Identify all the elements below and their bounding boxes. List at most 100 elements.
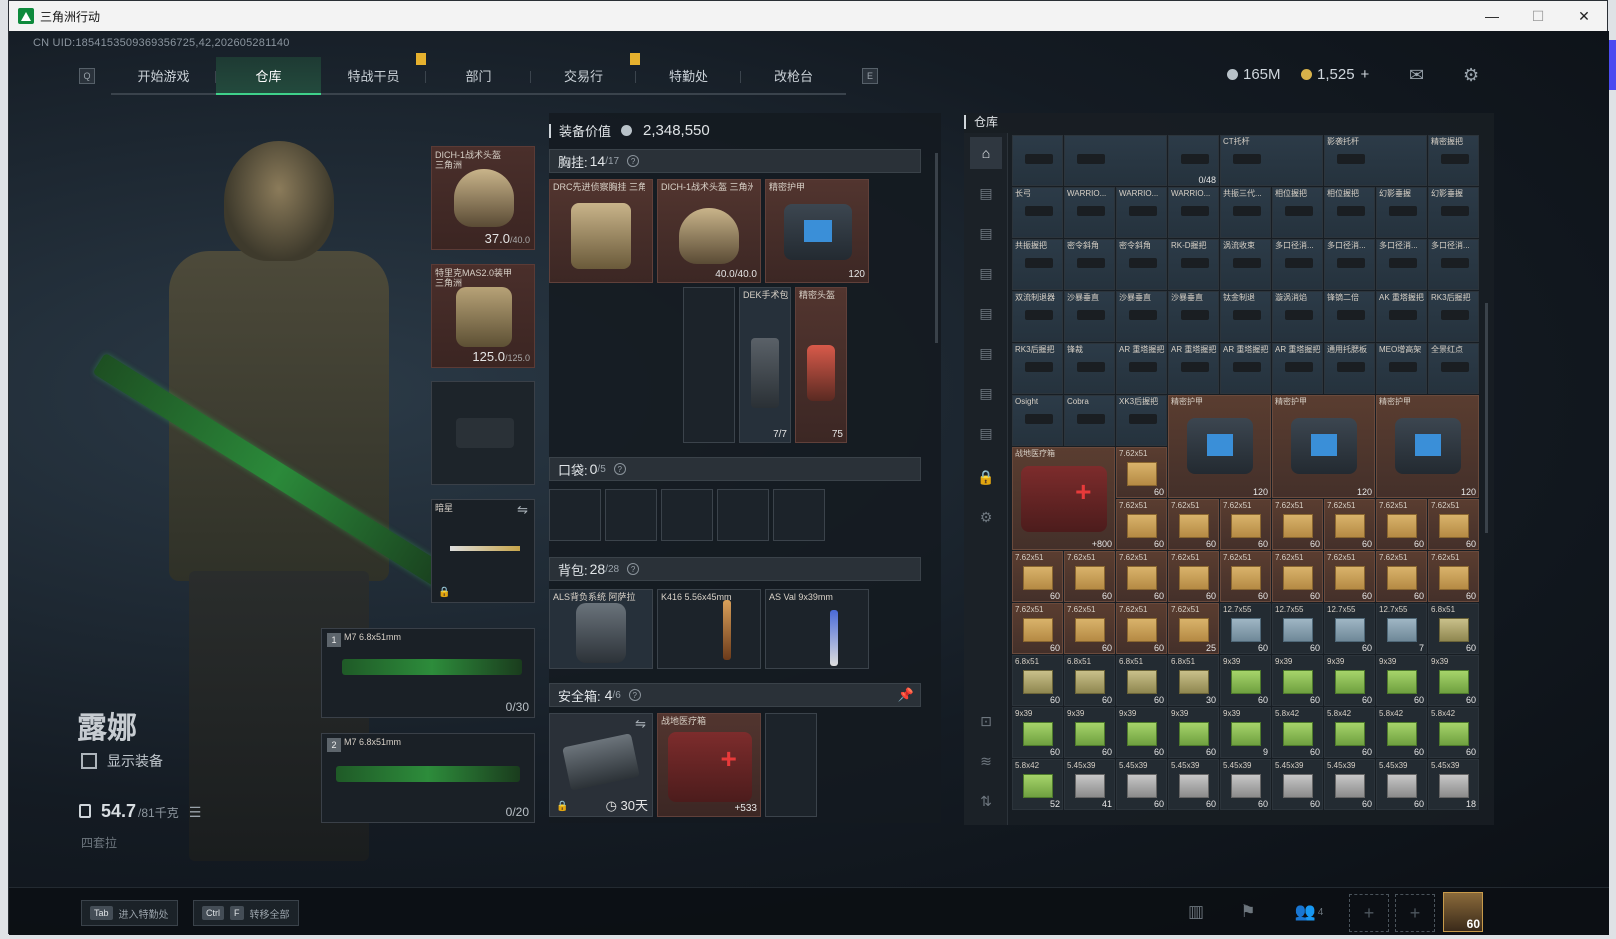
armor-slot[interactable]: 特里克MAS2.0装甲 三角洲 125.0/125.0 <box>431 264 535 368</box>
safebox-container[interactable]: ⇋ 🔒 ◷ 30天 <box>549 713 653 817</box>
warehouse-sort-icon[interactable]: ⊡ <box>970 705 1002 737</box>
warehouse-item[interactable]: 全景红点 <box>1428 343 1479 394</box>
warehouse-item[interactable]: 7.62x51 60 <box>1012 551 1063 602</box>
warehouse-item[interactable]: 共振三代... <box>1220 187 1271 238</box>
pin-icon[interactable]: 📌 <box>898 687 914 703</box>
warehouse-item[interactable]: Osight <box>1012 395 1063 446</box>
warehouse-tab-vii-icon[interactable]: ▤ <box>970 417 1002 449</box>
help-icon[interactable]: ? <box>628 689 641 701</box>
warehouse-item[interactable]: AR 重塔握把 <box>1220 343 1271 394</box>
warehouse-item[interactable]: 5.45x39 41 <box>1064 759 1115 810</box>
warehouse-item[interactable]: 相位握把 <box>1324 187 1375 238</box>
warehouse-item[interactable]: 锋裁 <box>1064 343 1115 394</box>
show-equipment-toggle[interactable]: 显示装备 <box>81 751 163 771</box>
warehouse-tab-iv-icon[interactable]: ▤ <box>970 297 1002 329</box>
warehouse-item[interactable]: 7.62x51 60 <box>1324 499 1375 550</box>
warehouse-item[interactable]: 5.45x39 60 <box>1376 759 1427 810</box>
chest-precision-helmet[interactable]: 精密头盔 75 <box>795 287 847 443</box>
warehouse-item[interactable]: RK-D握把 <box>1168 239 1219 290</box>
warehouse-item[interactable]: 精密握把 <box>1428 135 1479 186</box>
warehouse-item[interactable]: 7.62x51 60 <box>1428 499 1479 550</box>
warehouse-item[interactable]: WARRIO... <box>1116 187 1167 238</box>
warehouse-item[interactable]: 幻影垂握 <box>1376 187 1427 238</box>
warehouse-item[interactable]: 精密护甲 120 <box>1272 395 1375 498</box>
list-icon[interactable]: ☰ <box>189 804 202 821</box>
tab-departments[interactable]: 部门 <box>426 57 531 95</box>
warehouse-item[interactable]: 7.62x51 60 <box>1012 603 1063 654</box>
warehouse-item[interactable]: 5.45x39 18 <box>1428 759 1479 810</box>
warehouse-item[interactable]: 9x39 60 <box>1116 707 1167 758</box>
backpack-ammo-k416[interactable]: K416 5.56x45mm <box>657 589 761 669</box>
tab-operators[interactable]: 特战干员 <box>321 53 426 95</box>
warehouse-item[interactable]: 战地医疗箱 +800 <box>1012 447 1115 550</box>
warehouse-item[interactable]: 长弓 <box>1012 187 1063 238</box>
mail-icon[interactable]: ✉ <box>1409 65 1424 86</box>
transfer-all-button[interactable]: Ctrl F 转移全部 <box>193 900 299 926</box>
warehouse-item[interactable]: 5.8x42 60 <box>1376 707 1427 758</box>
warehouse-item[interactable]: 9x39 60 <box>1064 707 1115 758</box>
enter-special-ops-button[interactable]: Tab 进入特勤处 <box>81 900 178 926</box>
swap-icon[interactable]: ⇋ <box>517 502 528 518</box>
minimize-button[interactable]: — <box>1469 1 1515 31</box>
warehouse-item[interactable]: 精密护甲 120 <box>1376 395 1479 498</box>
warehouse-item[interactable]: 5.45x39 60 <box>1272 759 1323 810</box>
warehouse-item[interactable]: 密令斜角 <box>1064 239 1115 290</box>
warehouse-item[interactable]: 钛金制退 <box>1220 291 1271 342</box>
warehouse-item[interactable]: 9x39 60 <box>1012 707 1063 758</box>
warehouse-item[interactable]: 6.8x51 60 <box>1428 603 1479 654</box>
warehouse-item[interactable]: AR 重塔握把 <box>1168 343 1219 394</box>
warehouse-item[interactable]: 6.8x51 30 <box>1168 655 1219 706</box>
warehouse-item[interactable]: 相位握把 <box>1272 187 1323 238</box>
warehouse-item[interactable] <box>1064 135 1167 186</box>
player-avatar[interactable]: 60 <box>1443 892 1483 932</box>
warehouse-home-icon[interactable]: ⌂ <box>970 137 1002 169</box>
warehouse-item[interactable]: 幻影垂握 <box>1428 187 1479 238</box>
swap-icon[interactable]: ⇋ <box>635 716 646 732</box>
warehouse-lock-icon[interactable]: 🔒 <box>970 461 1002 493</box>
warehouse-item[interactable]: 12.7x55 60 <box>1220 603 1271 654</box>
warehouse-item[interactable]: 涡流收束 <box>1220 239 1271 290</box>
warehouse-item[interactable]: 多口径消... <box>1272 239 1323 290</box>
warehouse-item[interactable]: 5.45x39 60 <box>1324 759 1375 810</box>
warehouse-item[interactable]: 9x39 60 <box>1168 707 1219 758</box>
warehouse-item[interactable]: 多口径消... <box>1324 239 1375 290</box>
warehouse-item[interactable]: XK3后握把 <box>1116 395 1167 446</box>
safebox-empty-slot[interactable] <box>765 713 817 817</box>
warehouse-item[interactable]: 12.7x55 7 <box>1376 603 1427 654</box>
warehouse-item[interactable]: RK3后握把 <box>1428 291 1479 342</box>
help-icon[interactable]: ? <box>627 563 640 575</box>
warehouse-item[interactable]: 影袭托杆 <box>1324 135 1427 186</box>
warehouse-item[interactable] <box>1012 135 1063 186</box>
warehouse-item[interactable]: 12.7x55 60 <box>1324 603 1375 654</box>
warehouse-item[interactable]: 0/48 <box>1168 135 1219 186</box>
chest-empty-slot[interactable] <box>683 287 735 443</box>
warehouse-item[interactable]: Cobra <box>1064 395 1115 446</box>
tab-market[interactable]: 交易行 <box>531 57 636 95</box>
pocket-slot[interactable] <box>605 489 657 541</box>
warehouse-item[interactable]: 7.62x51 60 <box>1116 603 1167 654</box>
currency-coupons[interactable]: 1,525 + <box>1301 66 1369 83</box>
warehouse-item[interactable]: 7.62x51 60 <box>1272 499 1323 550</box>
warehouse-item[interactable]: 7.62x51 60 <box>1376 551 1427 602</box>
warehouse-item[interactable]: 5.8x42 52 <box>1012 759 1063 810</box>
help-icon[interactable]: ? <box>613 463 626 475</box>
helmet-slot[interactable]: DICH-1战术头盔 三角洲 37.0/40.0 <box>431 146 535 250</box>
warehouse-layers-icon[interactable]: ≋ <box>970 745 1002 777</box>
warehouse-item[interactable]: 7.62x51 60 <box>1272 551 1323 602</box>
warehouse-item[interactable]: 7.62x51 25 <box>1168 603 1219 654</box>
settings-gear-icon[interactable]: ⚙ <box>1463 65 1479 86</box>
flag-icon[interactable]: ⚑ <box>1235 900 1261 924</box>
warehouse-item[interactable]: 7.62x51 60 <box>1116 447 1167 498</box>
warehouse-item[interactable]: 沙暴垂直 <box>1064 291 1115 342</box>
warehouse-item[interactable]: 5.45x39 60 <box>1220 759 1271 810</box>
warehouse-tab-iii-icon[interactable]: ▤ <box>970 257 1002 289</box>
primary-weapon-slot[interactable]: 1 M7 6.8x51mm 0/30 <box>321 628 535 718</box>
warehouse-item[interactable]: 5.8x42 60 <box>1324 707 1375 758</box>
warehouse-item[interactable]: 7.62x51 60 <box>1428 551 1479 602</box>
maximize-button[interactable]: ☐ <box>1515 1 1561 31</box>
warehouse-item[interactable]: AR 重塔握把 <box>1272 343 1323 394</box>
warehouse-item[interactable]: 6.8x51 60 <box>1012 655 1063 706</box>
warehouse-item[interactable]: 精密护甲 120 <box>1168 395 1271 498</box>
warehouse-item[interactable]: 通用托腮板 <box>1324 343 1375 394</box>
warehouse-item[interactable]: 多口径消... <box>1428 239 1479 290</box>
